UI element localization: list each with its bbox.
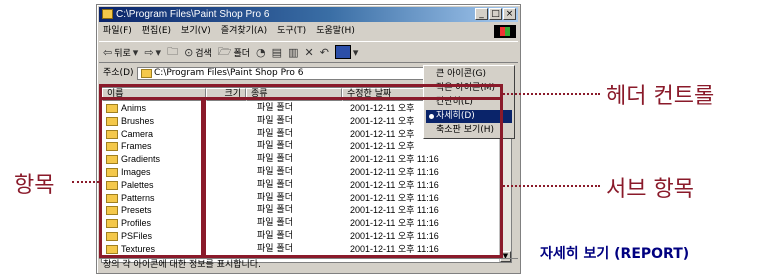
close-button[interactable]: × bbox=[503, 8, 516, 20]
menu-favorites[interactable]: 즐겨찾기(A) bbox=[221, 24, 267, 39]
menu-tools[interactable]: 도구(T) bbox=[277, 24, 306, 39]
dropdown-arrow-icon: ▾ bbox=[155, 45, 162, 59]
search-button[interactable]: ⊙ 검색 bbox=[184, 46, 212, 59]
delete-button[interactable]: ✕ bbox=[304, 46, 313, 59]
back-arrow-icon: ⇦ bbox=[103, 45, 113, 59]
minimize-button[interactable]: _ bbox=[475, 8, 488, 20]
undo-icon: ↶ bbox=[319, 45, 329, 59]
copy-to-button[interactable]: ▥ bbox=[288, 46, 298, 59]
address-field[interactable]: C:\Program Files\Paint Shop Pro 6 bbox=[137, 67, 437, 80]
header-leader-line bbox=[500, 93, 600, 95]
menu-file[interactable]: 파일(F) bbox=[103, 24, 132, 39]
item-highlight-box bbox=[99, 97, 204, 258]
up-folder-icon: 🗀 bbox=[167, 44, 179, 58]
dropdown-arrow-icon: ▾ bbox=[132, 45, 139, 59]
toolbar: ⇦ 뒤로 ▾ ⇨ ▾ 🗀 ⊙ 검색 🗁 폴더 ◔ ▤ ▥ ✕ ↶ ▾ bbox=[99, 41, 518, 63]
window-title: C:\Program Files\Paint Shop Pro 6 bbox=[116, 9, 270, 20]
subitem-highlight-box bbox=[203, 97, 503, 258]
back-label: 뒤로 bbox=[114, 48, 131, 59]
subitem-leader-line bbox=[500, 185, 600, 187]
search-icon: ⊙ bbox=[184, 45, 194, 59]
title-bar[interactable]: C:\Program Files\Paint Shop Pro 6 _ □ × bbox=[99, 7, 518, 22]
header-control-label: 헤더 컨트롤 bbox=[606, 84, 715, 109]
address-label: 주소(D) bbox=[103, 68, 134, 78]
forward-button[interactable]: ⇨ ▾ bbox=[144, 46, 161, 59]
history-icon: ◔ bbox=[256, 45, 266, 59]
menu-edit[interactable]: 편집(E) bbox=[142, 24, 171, 39]
forward-arrow-icon: ⇨ bbox=[144, 45, 154, 59]
undo-button[interactable]: ↶ bbox=[320, 46, 329, 59]
maximize-button[interactable]: □ bbox=[489, 8, 502, 20]
view-menu-item-label: 큰 아이콘(G) bbox=[436, 69, 486, 79]
address-value: C:\Program Files\Paint Shop Pro 6 bbox=[154, 68, 304, 78]
subitem-label: 서브 항목 bbox=[606, 177, 694, 202]
folders-button[interactable]: 🗁 폴더 bbox=[218, 43, 250, 62]
back-button[interactable]: ⇦ 뒤로 ▾ bbox=[103, 46, 138, 59]
history-button[interactable]: ◔ bbox=[256, 46, 266, 59]
folders-icon: 🗁 bbox=[217, 44, 232, 58]
item-label: 항목 bbox=[14, 173, 55, 198]
item-leader-line bbox=[72, 181, 99, 183]
views-icon bbox=[334, 45, 351, 59]
window-controls: _ □ × bbox=[475, 8, 516, 20]
menu-view[interactable]: 보기(V) bbox=[181, 24, 211, 39]
move-to-icon: ▤ bbox=[271, 45, 283, 59]
move-to-button[interactable]: ▤ bbox=[272, 46, 282, 59]
dropdown-arrow-icon: ▾ bbox=[352, 45, 359, 59]
copy-to-icon: ▥ bbox=[288, 45, 299, 59]
folders-label: 폴더 bbox=[233, 48, 251, 59]
status-bar: 창의 각 아이콘에 대한 정보를 표시합니다. bbox=[99, 258, 518, 271]
view-menu-item[interactable]: 큰 아이콘(G) bbox=[426, 68, 512, 81]
folder-icon bbox=[141, 69, 152, 78]
up-folder-button[interactable]: 🗀 bbox=[167, 43, 178, 62]
search-label: 검색 bbox=[195, 48, 212, 59]
folder-icon bbox=[102, 9, 113, 19]
report-view-caption: 자세히 보기 (REPORT) bbox=[540, 246, 690, 262]
menu-help[interactable]: 도움말(H) bbox=[316, 24, 355, 39]
menu-bar: 파일(F) 편집(E) 보기(V) 즐겨찾기(A) 도구(T) 도움말(H) bbox=[99, 24, 518, 39]
delete-icon: ✕ bbox=[304, 45, 314, 59]
windows-logo-icon bbox=[494, 25, 516, 38]
views-button[interactable]: ▾ bbox=[334, 45, 359, 59]
